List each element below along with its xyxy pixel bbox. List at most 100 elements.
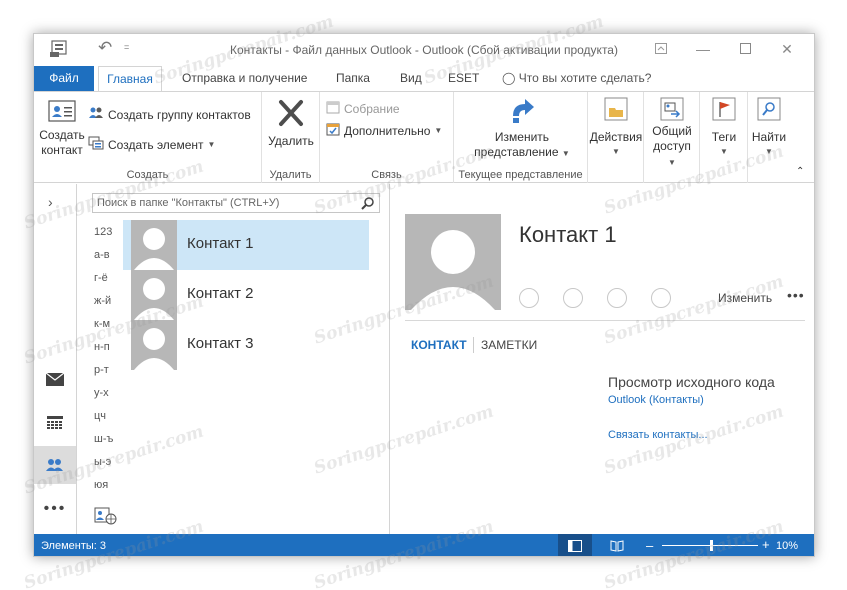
alpha-index-item[interactable]: ы-э [94, 456, 111, 468]
actions-button[interactable]: Действия ▼ [588, 96, 644, 156]
share-contacts-icon [659, 96, 685, 122]
ribbon-tabs: Файл Главная Отправка и получение Папка … [34, 66, 814, 92]
edit-contact-link[interactable]: Изменить [718, 291, 772, 305]
delete-label: Удалить [268, 134, 314, 148]
more-apps-icon[interactable]: ••• [34, 490, 76, 528]
zoom-in-button[interactable]: + [762, 537, 770, 552]
alpha-index-item[interactable]: ш-ъ [94, 433, 113, 445]
contact-list-item[interactable]: Контакт 3 [123, 320, 369, 370]
tags-label: Теги [711, 130, 737, 144]
contact-photo-placeholder [405, 214, 501, 310]
maximize-icon[interactable] [724, 36, 766, 62]
new-contact-group-button[interactable]: Создать группу контактов [88, 106, 251, 123]
tab-send-receive[interactable]: Отправка и получение [180, 66, 309, 91]
contact-name: Контакт 3 [187, 335, 254, 352]
chevron-down-icon: ▼ [207, 140, 216, 149]
alpha-index-item[interactable]: к-м [94, 318, 110, 330]
contact-list-item[interactable]: Контакт 1 [123, 220, 369, 270]
zoom-level[interactable]: 10% [776, 540, 798, 552]
search-icon [756, 96, 782, 122]
reading-pane: Контакт 1 Изменить ••• КОНТАКТ ЗАМЕТКИ П… [391, 184, 814, 534]
change-view-button[interactable]: Изменить представление ▼ [462, 96, 582, 161]
tab-home[interactable]: Главная [98, 66, 162, 92]
delete-x-icon [275, 98, 307, 128]
ribbon-group-tags: Теги ▼ [700, 92, 748, 183]
ribbon-group-communicate: Собрание Дополнительно ▼ Связь [320, 92, 454, 183]
minimize-icon[interactable]: — [682, 36, 724, 62]
ribbon-display-options-icon[interactable] [640, 36, 682, 62]
alpha-index-item[interactable]: г-ё [94, 272, 108, 284]
ribbon-group-create: Создать контакт Создать группу контактов… [34, 92, 262, 183]
alpha-index-item[interactable]: а-в [94, 249, 110, 261]
ribbon-group-actions: Действия ▼ [588, 92, 644, 183]
alpha-index-item[interactable]: н-п [94, 341, 110, 353]
group-label-communicate: Связь [371, 169, 402, 181]
reading-view-button[interactable] [600, 534, 634, 556]
divider [405, 320, 805, 321]
contact-list-item[interactable]: Контакт 2 [123, 270, 369, 320]
email-icon[interactable] [651, 288, 671, 308]
view-source-link[interactable]: Outlook (Контакты) [608, 394, 704, 406]
find-label: Найти [751, 130, 787, 144]
close-icon[interactable]: ✕ [766, 36, 808, 62]
phone-icon[interactable] [563, 288, 583, 308]
expand-folder-pane-icon[interactable]: › [34, 184, 76, 220]
link-contacts-link[interactable]: Связать контакты... [608, 429, 708, 441]
tab-view[interactable]: Вид [398, 66, 424, 91]
contact-photo-placeholder [131, 220, 177, 270]
tab-contact[interactable]: КОНТАКТ [411, 338, 467, 352]
meeting-button[interactable]: Собрание [326, 100, 400, 117]
new-contact-button[interactable]: Создать контакт [38, 98, 86, 158]
alpha-index-item[interactable]: юя [94, 479, 108, 491]
more-icon [326, 122, 340, 139]
new-item-label: Создать элемент [108, 137, 204, 152]
alpha-index-item[interactable]: р-т [94, 364, 109, 376]
contact-name: Контакт 1 [187, 235, 254, 252]
group-label-current-view: Текущее представление [458, 169, 583, 181]
flag-icon [711, 96, 737, 122]
alpha-index-item[interactable]: у-х [94, 387, 109, 399]
normal-view-button[interactable] [558, 534, 592, 556]
find-button[interactable]: Найти ▼ [748, 96, 790, 156]
share-button[interactable]: Общий доступ ▼ [644, 96, 700, 168]
delete-button[interactable]: Удалить [266, 98, 316, 149]
mail-icon[interactable] [34, 360, 76, 398]
navigation-pane: › ••• [34, 184, 77, 534]
change-view-text: Изменить представление [474, 130, 559, 159]
ribbon: Создать контакт Создать группу контактов… [34, 91, 814, 183]
change-view-label: Изменить представление ▼ [462, 130, 582, 161]
tab-file[interactable]: Файл [34, 66, 94, 91]
video-call-icon[interactable] [607, 288, 627, 308]
ribbon-group-find: Найти ▼ [748, 92, 790, 183]
alpha-index-item[interactable]: цч [94, 410, 106, 422]
more-communicate-button[interactable]: Дополнительно ▼ [326, 122, 442, 139]
search-icon[interactable] [361, 196, 375, 216]
ribbon-group-current-view: Изменить представление ▼ Текущее предста… [454, 92, 588, 183]
tell-me-box[interactable]: ◯ Что вы хотите сделать? [500, 66, 653, 91]
tags-button[interactable]: Теги ▼ [700, 96, 748, 156]
alpha-index-item[interactable]: ж-й [94, 295, 111, 307]
zoom-out-button[interactable]: – [646, 538, 653, 553]
chevron-down-icon: ▼ [612, 147, 620, 156]
tab-folder[interactable]: Папка [334, 66, 372, 91]
chevron-down-icon: ▼ [720, 147, 728, 156]
chat-icon[interactable] [519, 288, 539, 308]
tab-notes[interactable]: ЗАМЕТКИ [481, 338, 537, 352]
search-input[interactable]: Поиск в папке "Контакты" (CTRL+У) [92, 193, 380, 213]
more-options-icon[interactable]: ••• [787, 287, 805, 303]
calendar-icon[interactable] [34, 404, 76, 442]
address-book-icon[interactable] [94, 507, 118, 528]
people-icon[interactable] [34, 446, 76, 484]
title-bar: ↶ = Контакты - Файл данных Outlook - Out… [34, 34, 814, 66]
new-item-button[interactable]: Создать элемент ▼ [88, 136, 215, 153]
new-contact-group-label: Создать группу контактов [108, 107, 251, 122]
contact-name: Контакт 2 [187, 285, 254, 302]
contact-name-heading: Контакт 1 [519, 222, 617, 247]
tab-eset[interactable]: ESET [446, 66, 481, 91]
meeting-label: Собрание [344, 101, 400, 116]
more-label: Дополнительно [344, 123, 431, 138]
alpha-index-item[interactable]: 123 [94, 226, 112, 238]
zoom-slider-thumb[interactable] [710, 540, 713, 551]
collapse-ribbon-icon[interactable]: ⌃ [796, 166, 804, 177]
actions-label: Действия [589, 130, 643, 144]
